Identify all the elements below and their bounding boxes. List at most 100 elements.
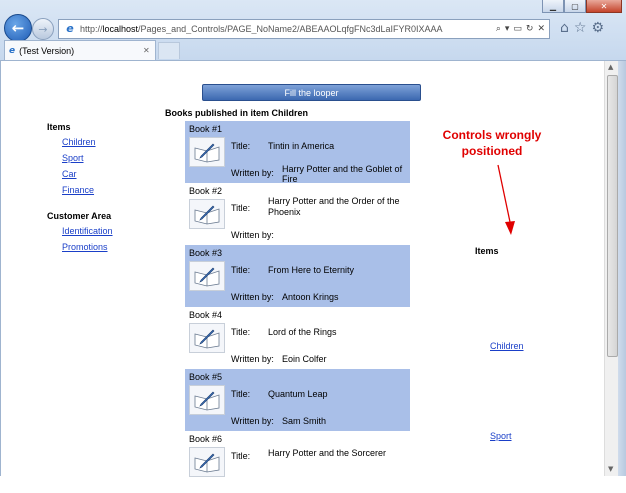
sidebar-link-car[interactable]: Car <box>62 169 113 179</box>
close-tab-icon[interactable]: ✕ <box>143 46 155 55</box>
book-title: Lord of the Rings <box>268 327 337 337</box>
dropdown-icon[interactable]: ▾ <box>505 24 510 34</box>
book-pen-icon <box>194 391 220 411</box>
book-number: Book #2 <box>189 186 223 196</box>
items-heading: Items <box>47 122 71 132</box>
ie-tab-icon: e <box>9 45 16 56</box>
book-row: Book #3 Title: From Here to Eternity Wri… <box>185 245 410 307</box>
url-path: /Pages_and_Controls/PAGE_NoName2/ABEAAOL… <box>138 24 443 34</box>
book-number: Book #6 <box>189 434 223 444</box>
looper-title: Books published in item Children <box>165 108 309 118</box>
sidebar-link-promotions[interactable]: Promotions <box>62 242 113 252</box>
right-items-label: Items <box>475 246 499 256</box>
annotation-arrow <box>497 164 515 235</box>
book-thumbnail <box>189 137 225 167</box>
book-title: Harry Potter and the Order of the Phoeni… <box>268 196 400 217</box>
back-arrow-icon: ← <box>11 19 25 37</box>
written-by-label: Written by: <box>231 168 274 178</box>
book-author: Eoin Colfer <box>282 354 327 364</box>
book-title: From Here to Eternity <box>268 265 355 275</box>
book-row: Book #5 Title: Quantum Leap Written by: … <box>185 369 410 431</box>
customer-area-heading: Customer Area <box>47 211 112 221</box>
window-controls: ▁ ▢ ✕ <box>542 0 622 13</box>
book-thumbnail <box>189 261 225 291</box>
written-by-label: Written by: <box>231 354 274 364</box>
book-number: Book #5 <box>189 372 223 382</box>
title-label: Title: <box>231 203 251 213</box>
new-tab-button[interactable] <box>158 42 180 59</box>
close-window-button[interactable]: ✕ <box>586 0 622 13</box>
sidebar-link-finance[interactable]: Finance <box>62 185 113 195</box>
book-author: Sam Smith <box>282 416 327 426</box>
books-looper: Book #1 Title: Tintin in America Written… <box>185 121 410 493</box>
tab-title: (Test Version) <box>19 45 75 56</box>
annotation-line-1: Controls wrongly <box>442 128 542 142</box>
book-author: Harry Potter and the Goblet of Fire <box>282 164 403 184</box>
vertical-scrollbar[interactable]: ▲ ▼ <box>604 61 619 476</box>
book-pen-icon <box>194 329 220 349</box>
title-label: Title: <box>231 265 251 275</box>
book-number: Book #1 <box>189 124 223 134</box>
book-thumbnail <box>189 385 225 415</box>
title-label: Title: <box>231 141 251 151</box>
browser-chrome: ▁ ▢ ✕ ← → e http://localhost/Pages_and_C… <box>0 0 626 61</box>
forward-arrow-icon: → <box>38 22 48 36</box>
book-thumbnail <box>189 447 225 477</box>
sidebar-link-children[interactable]: Children <box>62 137 113 147</box>
maximize-button[interactable]: ▢ <box>564 0 586 13</box>
sidebar-link-sport[interactable]: Sport <box>62 153 113 163</box>
refresh-icon[interactable]: ↻ <box>526 24 534 34</box>
title-label: Title: <box>231 451 251 461</box>
annotation-line-2: positioned <box>461 144 523 158</box>
book-row: Book #6 Title: Harry Potter and the Sorc… <box>185 431 410 493</box>
fill-looper-button[interactable]: Fill the looper <box>202 84 421 101</box>
back-button[interactable]: ← <box>4 14 32 42</box>
minimize-button[interactable]: ▁ <box>542 0 564 13</box>
lock-icon[interactable]: ▭ <box>513 24 522 34</box>
book-title: Harry Potter and the Sorcerer <box>268 448 387 458</box>
gear-icon[interactable]: ⚙ <box>591 20 604 36</box>
title-label: Title: <box>231 389 251 399</box>
stop-icon[interactable]: ✕ <box>537 24 545 34</box>
star-icon[interactable]: ☆ <box>574 20 587 36</box>
book-number: Book #4 <box>189 310 223 320</box>
sidebar: Items Children Sport Car Finance Custome… <box>47 122 113 258</box>
address-tools: ⌕ ▾ ▭ ↻ ✕ <box>492 24 549 34</box>
book-author: Antoon Krings <box>282 292 339 302</box>
book-title: Quantum Leap <box>268 389 328 399</box>
browser-tab[interactable]: e (Test Version) ✕ <box>4 40 156 60</box>
address-bar[interactable]: e http://localhost/Pages_and_Controls/PA… <box>58 19 550 39</box>
window-frame-edge <box>618 61 626 476</box>
scrollbar-thumb[interactable] <box>607 75 618 357</box>
url-host: localhost <box>102 24 139 34</box>
book-row: Book #4 Title: Lord of the Rings Written… <box>185 307 410 369</box>
title-label: Title: <box>231 327 251 337</box>
book-title: Tintin in America <box>268 141 335 151</box>
home-icon[interactable]: ⌂ <box>560 20 569 36</box>
book-row: Book #2 Title: Harry Potter and the Orde… <box>185 183 410 245</box>
search-icon[interactable]: ⌕ <box>496 24 501 34</box>
scroll-up-icon[interactable]: ▲ <box>608 63 613 71</box>
written-by-label: Written by: <box>231 292 274 302</box>
written-by-label: Written by: <box>231 416 274 426</box>
scroll-down-icon[interactable]: ▼ <box>608 465 613 473</box>
book-number: Book #3 <box>189 248 223 258</box>
url-text[interactable]: http://localhost/Pages_and_Controls/PAGE… <box>80 24 492 34</box>
book-row: Book #1 Title: Tintin in America Written… <box>185 121 410 184</box>
forward-button[interactable]: → <box>32 18 54 40</box>
book-thumbnail <box>189 199 225 229</box>
url-prefix: http:// <box>80 24 103 34</box>
sidebar-link-identification[interactable]: Identification <box>62 226 113 236</box>
book-thumbnail <box>189 323 225 353</box>
book-pen-icon <box>194 205 220 225</box>
annotation-text: Controls wrongly positioned <box>432 127 552 159</box>
written-by-label: Written by: <box>231 230 274 240</box>
book-pen-icon <box>194 267 220 287</box>
book-pen-icon <box>194 453 220 473</box>
right-link-children[interactable]: Children <box>490 341 524 351</box>
right-link-sport[interactable]: Sport <box>490 431 512 441</box>
browser-toolbar: ⌂ ☆ ⚙ <box>560 20 604 36</box>
ie-page-icon: e <box>66 22 74 35</box>
book-pen-icon <box>194 143 220 163</box>
